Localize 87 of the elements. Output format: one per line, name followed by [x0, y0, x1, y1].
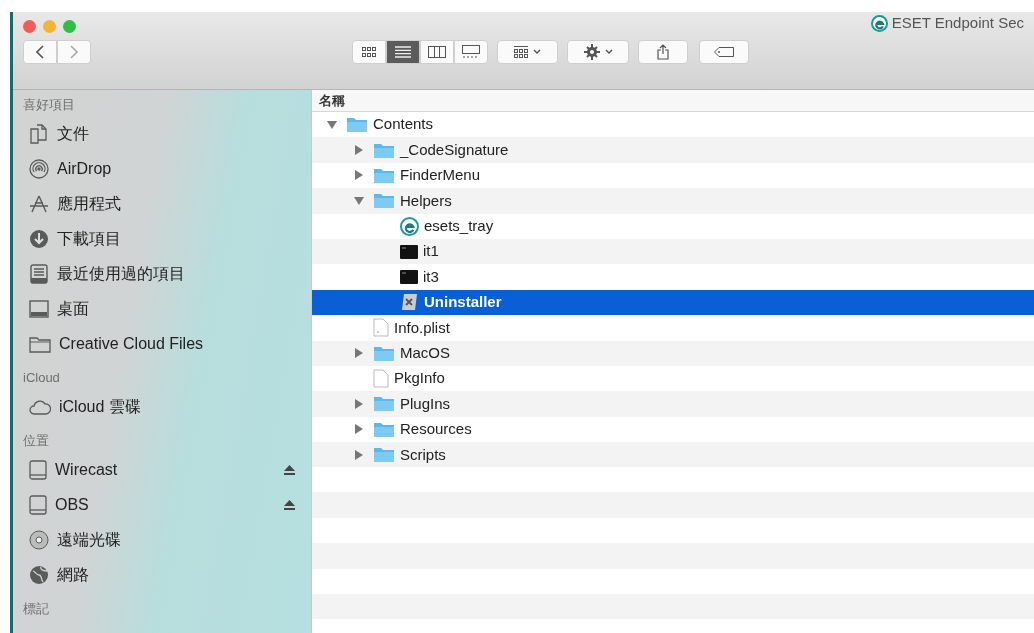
- documents-icon: [29, 123, 49, 144]
- view-mode-button[interactable]: [386, 39, 420, 64]
- view-mode-button[interactable]: [454, 39, 488, 64]
- sidebar-item[interactable]: 最近使用過的項目: [23, 256, 311, 291]
- document-icon: [373, 369, 389, 389]
- file-row[interactable]: Helpers: [312, 188, 1034, 214]
- caret-icon: [604, 48, 613, 55]
- gear-icon: [583, 43, 600, 60]
- disc-icon: [29, 529, 49, 550]
- view-mode-button[interactable]: [420, 39, 454, 64]
- disclosure-triangle-icon[interactable]: [354, 449, 363, 460]
- folder-icon: [373, 344, 395, 362]
- sidebar-section-heading: iCloud: [23, 369, 61, 387]
- caret-icon: [533, 48, 541, 55]
- action-button[interactable]: [567, 39, 629, 64]
- eject-icon[interactable]: [284, 464, 295, 475]
- disclosure-triangle-icon[interactable]: [354, 348, 363, 359]
- view-mode-button[interactable]: [352, 39, 386, 64]
- columns-icon: [428, 45, 446, 58]
- file-row[interactable]: Resources: [312, 416, 1034, 443]
- sidebar-item[interactable]: 網路: [23, 557, 311, 592]
- file-row[interactable]: Uninstaller: [312, 289, 1034, 316]
- sidebar-item[interactable]: Wirecast: [23, 452, 311, 487]
- folder-icon: [373, 395, 395, 413]
- tag-button[interactable]: [699, 39, 749, 64]
- airdrop-icon: [29, 158, 49, 179]
- file-row[interactable]: Info.plist: [312, 315, 1034, 341]
- sidebar-section-heading: 位置: [23, 432, 50, 450]
- folder-icon: [373, 166, 395, 184]
- file-row[interactable]: it1: [312, 238, 1034, 265]
- gallery-icon: [462, 45, 480, 58]
- sidebar-item[interactable]: 文件: [23, 116, 311, 151]
- globe-icon: [29, 564, 49, 585]
- folder-icon: [373, 420, 395, 438]
- sidebar-item[interactable]: 遠端光碟: [23, 522, 311, 557]
- folder-icon: [373, 192, 395, 210]
- disclosure-triangle-icon[interactable]: [353, 196, 364, 205]
- file-row[interactable]: FinderMenu: [312, 162, 1034, 189]
- sidebar-item[interactable]: 應用程式: [23, 186, 311, 221]
- file-row[interactable]: PlugIns: [312, 391, 1034, 417]
- disclosure-triangle-icon[interactable]: [354, 145, 363, 156]
- group-by-button[interactable]: [497, 39, 558, 64]
- cloud-icon: [29, 398, 51, 415]
- sidebar-item[interactable]: 桌面: [23, 291, 311, 326]
- eset-logo-icon: [870, 14, 888, 32]
- eject-icon[interactable]: [284, 499, 295, 510]
- sidebar-item[interactable]: AirDrop: [23, 151, 311, 186]
- tag-icon: [714, 46, 734, 57]
- share-icon: [657, 43, 669, 60]
- sidebar-section-heading: 喜好項目: [23, 96, 76, 114]
- disclosure-triangle-icon[interactable]: [326, 120, 337, 129]
- icon-grid-icon: [362, 46, 376, 57]
- apps-icon: [29, 193, 49, 214]
- file-row[interactable]: Contents: [312, 112, 1034, 138]
- back-button[interactable]: [23, 39, 57, 64]
- eset-logo-icon: [400, 216, 419, 236]
- close-button[interactable]: [23, 19, 36, 33]
- share-button[interactable]: [638, 39, 688, 64]
- uninstaller-icon: [400, 293, 419, 312]
- folder-icon: [29, 334, 51, 353]
- disclosure-triangle-icon[interactable]: [354, 399, 363, 409]
- file-row[interactable]: it3: [312, 264, 1034, 290]
- file-row[interactable]: MacOS: [312, 340, 1034, 366]
- terminal-icon: [400, 269, 418, 286]
- disclosure-triangle-icon[interactable]: [354, 424, 363, 435]
- file-row[interactable]: esets_tray: [312, 213, 1034, 239]
- folder-icon: [373, 446, 395, 464]
- window-title: ESET Endpoint Sec: [891, 13, 1024, 33]
- group-grid-icon: [514, 45, 528, 58]
- sidebar-section-heading: 標記: [23, 600, 50, 618]
- column-header[interactable]: 名稱: [319, 93, 345, 108]
- disclosure-triangle-icon[interactable]: [354, 170, 363, 181]
- sidebar-item[interactable]: iCloud 雲碟: [23, 389, 311, 424]
- folder-icon: [346, 116, 368, 134]
- terminal-icon: [400, 243, 418, 260]
- desktop-icon: [29, 299, 49, 318]
- file-row[interactable]: Scripts: [312, 442, 1034, 468]
- sidebar-item[interactable]: Creative Cloud Files: [23, 326, 311, 361]
- list-icon: [395, 45, 411, 58]
- download-icon: [29, 228, 49, 249]
- document-icon: [373, 318, 389, 338]
- file-row[interactable]: PkgInfo: [312, 365, 1034, 392]
- recents-icon: [29, 263, 49, 284]
- folder-icon: [373, 141, 395, 159]
- sidebar-item[interactable]: OBS: [23, 487, 311, 522]
- file-row[interactable]: _CodeSignature: [312, 137, 1034, 163]
- sidebar-item[interactable]: 下載項目: [23, 221, 311, 256]
